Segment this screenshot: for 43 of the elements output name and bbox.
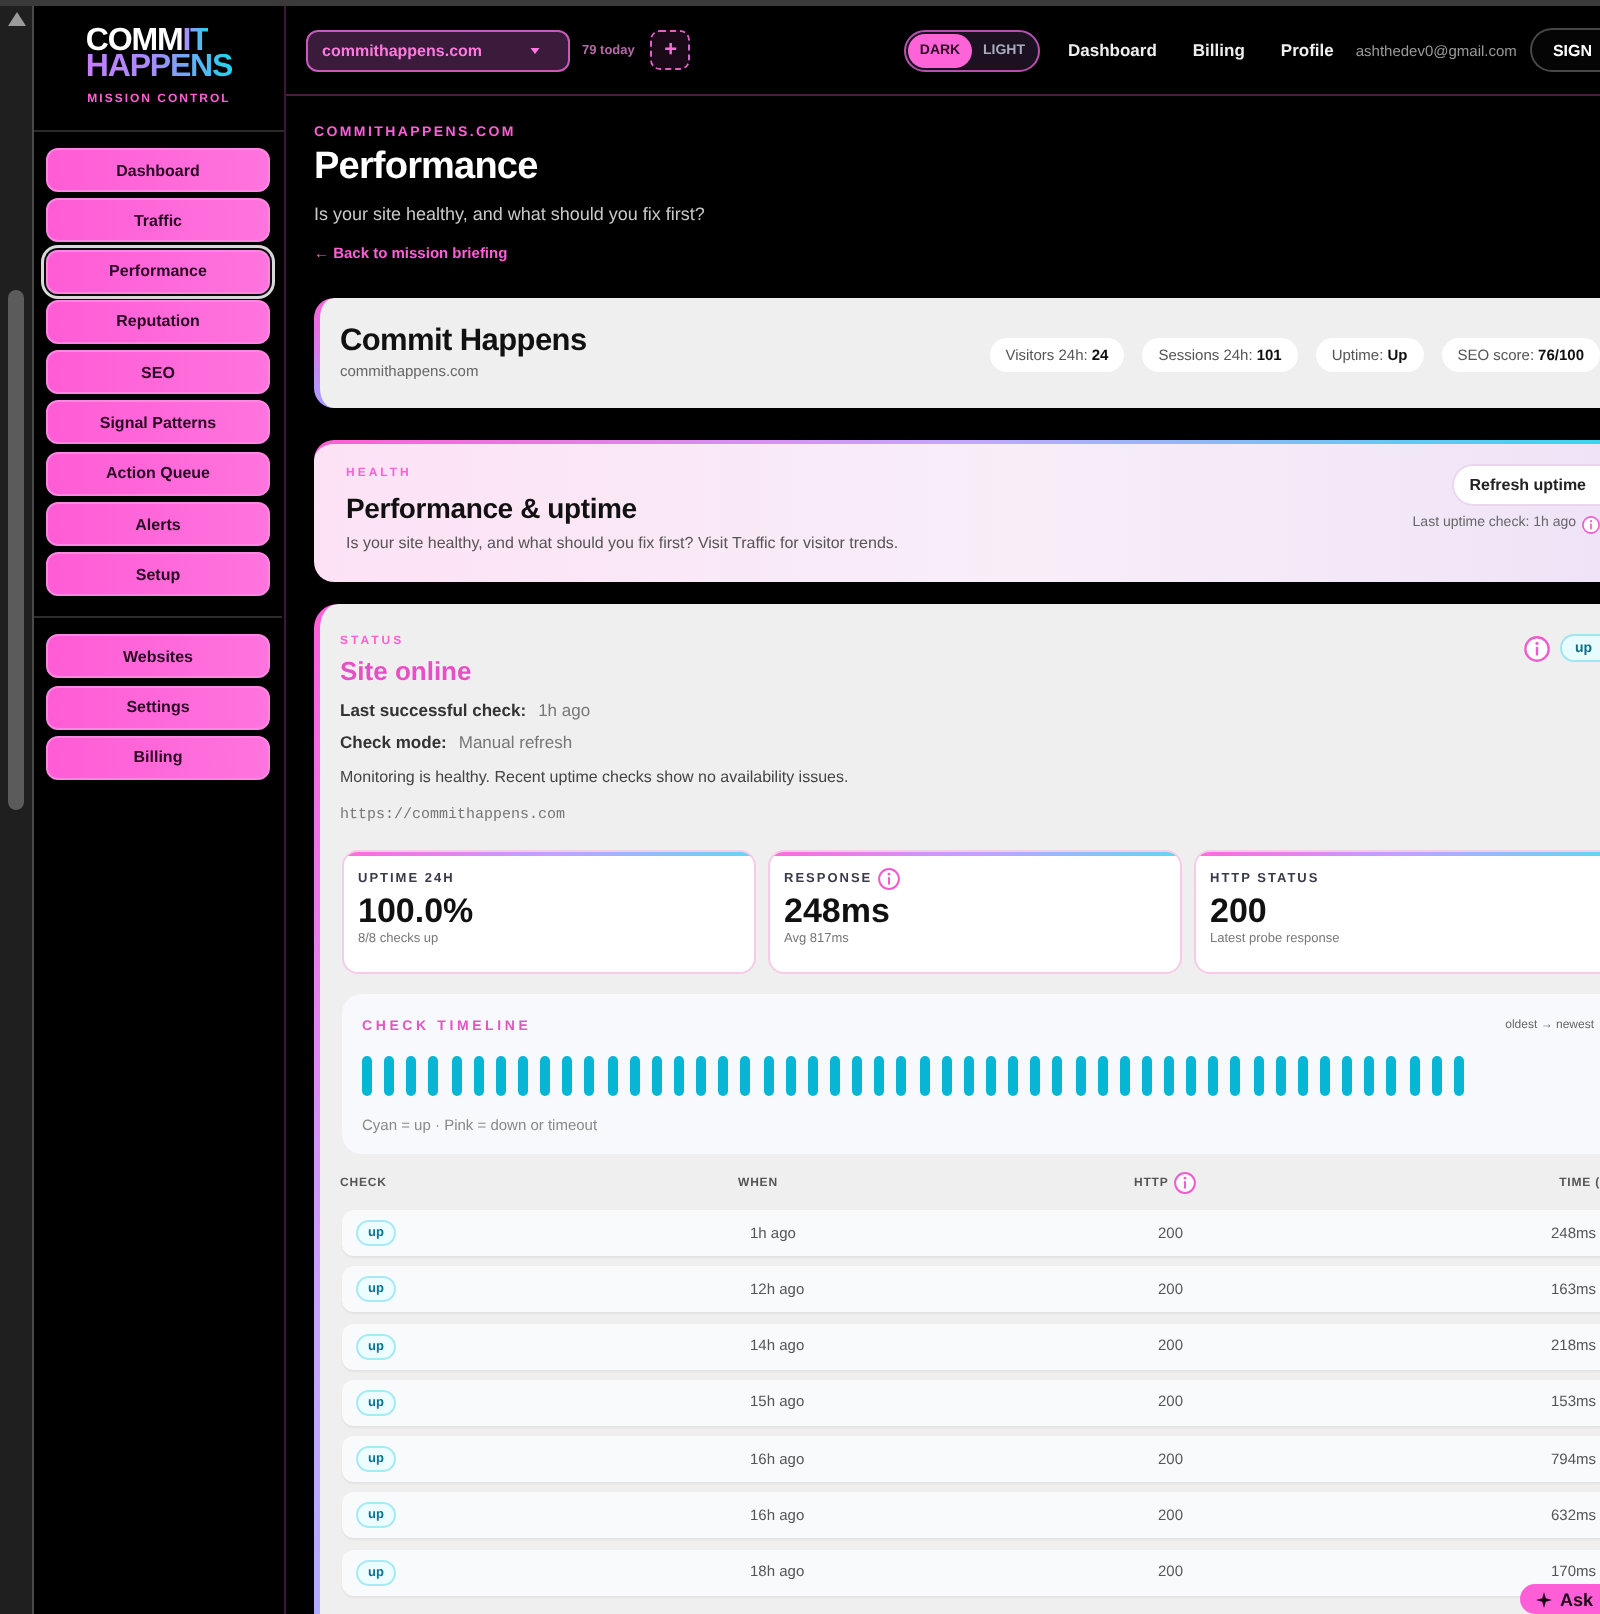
nav-link[interactable]: Dashboard — [1068, 40, 1157, 60]
page-title: Performance — [314, 144, 538, 192]
status-message: Monitoring is healthy. Recent uptime checks show no availability issues. — [340, 766, 849, 790]
page-subtitle: Is your site healthy, and what should you fix first? — [314, 202, 705, 226]
scrollbar-thumb[interactable] — [8, 290, 24, 810]
site-select[interactable]: commithappens.com — [306, 29, 570, 71]
caret-icon — [530, 47, 540, 53]
nav-item[interactable]: Settings — [46, 685, 270, 730]
detail-value: 1h ago — [538, 698, 591, 722]
detail-label: Check mode: — [340, 730, 447, 754]
info-icon[interactable] — [878, 868, 901, 890]
nav-item[interactable]: Dashboard — [46, 148, 270, 192]
nav-item[interactable]: Reputation — [46, 299, 270, 344]
nav-item[interactable]: Setup — [46, 552, 270, 597]
refresh-button[interactable]: Refresh uptime — [1451, 464, 1600, 506]
nav-link[interactable]: Billing — [1192, 40, 1245, 60]
nav-item[interactable]: Alerts — [46, 502, 270, 547]
nav-item[interactable]: Performance — [46, 249, 270, 294]
section-subtitle: Is your site healthy, and what should you fix first? Visit Traffic for visitor trends. — [346, 534, 899, 554]
nav-item[interactable]: Signal Patterns — [46, 400, 270, 445]
metric-value: 200 — [1210, 892, 1267, 930]
detail-value: Manual refresh — [458, 730, 573, 754]
status-title: Site online — [340, 656, 472, 688]
nav-item[interactable]: Traffic — [46, 198, 270, 243]
arrow-up-icon[interactable] — [7, 12, 25, 26]
nav-item[interactable]: Websites — [46, 634, 270, 679]
site-name: Commit Happens — [340, 324, 587, 360]
detail-label: Last successful check: — [340, 698, 527, 722]
metric-value: 100.0% — [358, 892, 474, 930]
info-icon[interactable] — [1174, 1172, 1197, 1194]
nav-link[interactable]: Profile — [1280, 40, 1334, 60]
ask-button[interactable]: Ask — [1520, 1584, 1600, 1614]
metric-value: 248ms — [784, 892, 890, 930]
logo-wordmark: COMMIT HAPPENS — [85, 28, 233, 80]
sparkle-icon — [1536, 1591, 1552, 1607]
sign-button[interactable]: SIGN — [1530, 28, 1600, 72]
section-title: Performance & uptime — [346, 490, 637, 526]
nav-item[interactable]: SEO — [46, 350, 270, 395]
nav-item[interactable]: Billing — [46, 735, 270, 780]
info-icon[interactable] — [1524, 635, 1551, 661]
add-button[interactable]: + — [650, 30, 691, 70]
info-icon[interactable] — [1582, 515, 1600, 533]
nav-item[interactable]: Action Queue — [46, 451, 270, 496]
